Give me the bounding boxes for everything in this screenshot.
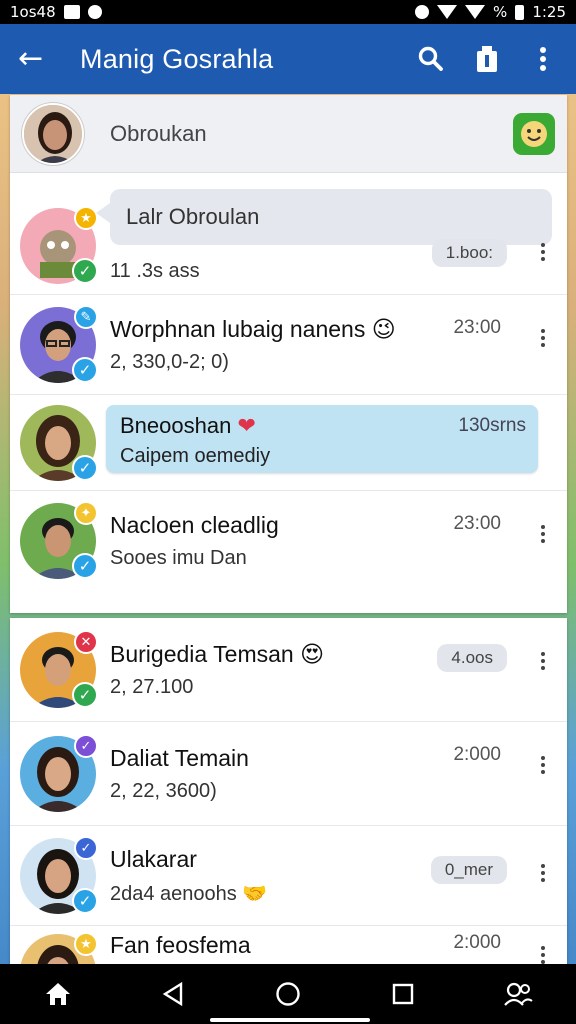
recents-icon[interactable] <box>383 974 423 1014</box>
heart-emoji: ❤ <box>237 413 256 438</box>
home-icon[interactable] <box>38 974 78 1014</box>
heart-eyes-emoji: 😍 <box>300 640 325 667</box>
more-icon[interactable] <box>541 329 545 347</box>
more-icon[interactable] <box>541 243 545 261</box>
more-icon[interactable] <box>541 756 545 774</box>
home-circle-icon[interactable] <box>268 974 308 1014</box>
contact-name: Bneooshan <box>120 413 232 438</box>
timestamp: 23:00 <box>453 513 501 534</box>
contact-name: Burigedia Temsan <box>110 640 294 667</box>
status-text: 1os48 <box>10 3 56 21</box>
message-preview: 2, 330,0-2; 0) <box>110 350 229 373</box>
signal-icon <box>465 5 486 19</box>
back-triangle-icon[interactable] <box>153 974 193 1014</box>
list-item[interactable]: ✓ Bneooshan ❤ Caipem oemediy 130srns <box>10 395 567 491</box>
list-item[interactable]: ✦ ✓ Nacloen cleadlig Sooes imu Dan 23:00 <box>10 491 567 591</box>
message-preview: 2, 22, 3600) <box>110 779 217 802</box>
list-item[interactable]: ★ Fan feosfema 2:000 <box>10 926 567 964</box>
star-icon: ★ <box>74 205 98 230</box>
notification-icon <box>87 5 102 19</box>
star-icon: ★ <box>74 932 98 956</box>
timestamp: 2:000 <box>453 744 501 765</box>
edit-icon: ✎ <box>74 304 98 329</box>
list-item[interactable]: ✕ ✓ Burigedia Temsan 😍 2, 27.100 4.oos <box>10 618 567 722</box>
more-options-icon[interactable] <box>528 44 558 74</box>
navigation-bar <box>0 964 576 1024</box>
message-bubble: Lalr Obroulan <box>96 189 552 245</box>
status-bar: 1os48 % 1:25 <box>0 0 576 24</box>
avatar <box>22 102 84 165</box>
status-time: 1:25 <box>532 3 566 21</box>
list-item[interactable]: ✎ ✓ Worphnan lubaig nanens 😉 2, 330,0-2;… <box>10 295 567 395</box>
close-icon: ✕ <box>74 629 98 654</box>
gallery-icon <box>63 5 80 19</box>
message-preview: 2, 27.100 <box>110 675 194 698</box>
page-title: Manig Gosrahla <box>80 43 274 74</box>
message-preview: 2da4 aenoohs <box>110 882 237 905</box>
check-icon: ✓ <box>72 887 98 914</box>
time-pill: 0_mer <box>430 856 507 884</box>
search-icon[interactable] <box>416 44 446 74</box>
time-pill: 1.boo: <box>431 239 507 267</box>
list-item[interactable]: ★ ✓ Lalr Obroulan 11 .3s ass 1.boo: <box>10 173 567 295</box>
battery-icon <box>515 4 525 20</box>
timestamp: 23:00 <box>453 317 501 338</box>
smiley-icon[interactable] <box>513 112 555 155</box>
handshake-emoji: 🤝 <box>242 882 268 905</box>
check-icon: ✓ <box>74 733 98 758</box>
check-icon: ✓ <box>74 835 98 860</box>
home-indicator <box>210 1018 370 1022</box>
pin-icon: ✦ <box>74 501 98 525</box>
contacts-icon[interactable] <box>498 974 538 1014</box>
highlighted-message: Bneooshan ❤ Caipem oemediy 130srns <box>106 405 538 473</box>
timestamp: 130srns <box>458 415 526 436</box>
more-icon[interactable] <box>541 525 545 543</box>
list-item[interactable]: ✓ ✓ Ulakarar 2da4 aenoohs 🤝 0_mer <box>10 826 567 926</box>
message-preview: Sooes imu Dan <box>110 547 247 569</box>
check-icon: ✓ <box>72 553 98 579</box>
wink-emoji: 😉 <box>371 315 396 342</box>
more-icon[interactable] <box>541 864 545 882</box>
check-icon: ✓ <box>72 681 98 708</box>
wifi-icon <box>437 5 458 19</box>
check-icon: ✓ <box>72 454 98 481</box>
message-preview: Caipem oemediy <box>120 445 271 467</box>
contact-name: Worphnan lubaig nanens <box>110 315 366 342</box>
chat-list-card-2: ✕ ✓ Burigedia Temsan 😍 2, 27.100 4.oos ✓… <box>10 618 567 964</box>
more-icon[interactable] <box>541 652 545 670</box>
check-icon: ✓ <box>72 356 98 383</box>
alarm-icon <box>415 5 430 19</box>
delete-icon[interactable] <box>472 44 502 74</box>
list-item[interactable]: ✓ Daliat Temain 2, 22, 3600) 2:000 <box>10 722 567 826</box>
back-arrow-icon[interactable]: ← <box>18 44 62 74</box>
more-icon[interactable] <box>541 946 545 964</box>
battery-percent: % <box>493 3 508 21</box>
app-bar: ← Manig Gosrahla <box>0 24 576 94</box>
timestamp: 2:000 <box>453 932 501 953</box>
contact-name: Obroukan <box>110 120 207 146</box>
chat-list-card-1: Obroukan ★ ✓ Lalr Obroulan 11 .3s ass 1.… <box>10 95 567 613</box>
time-pill: 4.oos <box>437 644 507 672</box>
search-contact-row[interactable]: Obroukan <box>10 95 567 173</box>
check-icon: ✓ <box>72 257 98 284</box>
